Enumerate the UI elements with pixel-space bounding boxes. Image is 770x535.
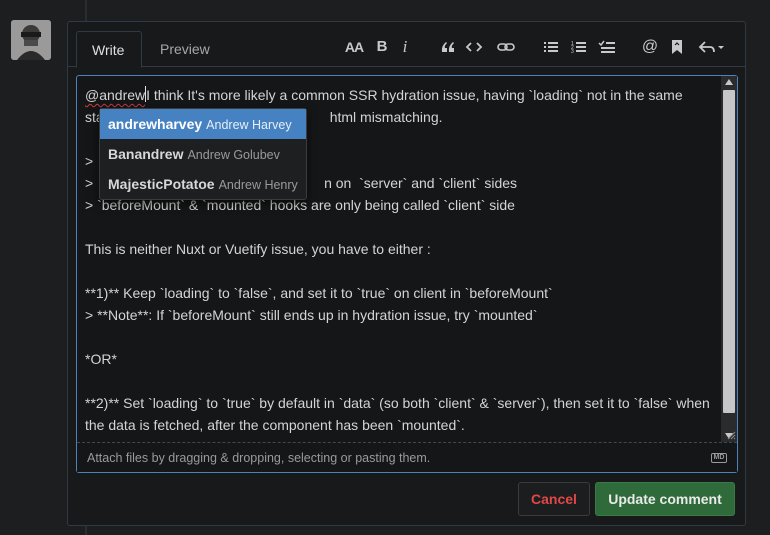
- text-line-15: **2)** Set `loading` to `true` by defaul…: [85, 395, 710, 411]
- mention-option[interactable]: MajesticPotatoe Andrew Henry: [100, 169, 306, 199]
- comment-form: Write Preview AA B i 1 2 3 @ @andrewI th…: [67, 21, 746, 526]
- cancel-button[interactable]: Cancel: [518, 482, 590, 516]
- mention-login: andrewharvey: [108, 116, 203, 132]
- task-list-icon[interactable]: [598, 38, 616, 56]
- text-line-11: > **Note**: If `beforeMount` still ends …: [85, 307, 538, 323]
- tab-write[interactable]: Write: [76, 31, 142, 68]
- code-icon[interactable]: [465, 38, 483, 56]
- scroll-up-icon[interactable]: [725, 79, 733, 85]
- reply-icon[interactable]: [698, 38, 726, 56]
- bookmark-icon[interactable]: [670, 38, 684, 56]
- heading-icon[interactable]: AA: [344, 38, 364, 56]
- mention-suggestions: andrewharvey Andrew Harvey Banandrew Andre…: [99, 108, 307, 200]
- attach-hint: Attach files by dragging & dropping, sel…: [87, 451, 431, 465]
- text-line-5-start: >: [85, 175, 98, 191]
- quote-icon[interactable]: [440, 38, 456, 56]
- mention-icon[interactable]: @: [641, 38, 659, 56]
- editor-scrollbar[interactable]: [721, 76, 737, 442]
- file-attach-dropzone[interactable]: Attach files by dragging & dropping, sel…: [77, 442, 737, 472]
- unordered-list-icon[interactable]: [543, 38, 559, 56]
- link-icon[interactable]: [497, 38, 515, 56]
- bold-icon[interactable]: B: [373, 38, 391, 56]
- mention-fullname: Andrew Henry: [218, 178, 298, 192]
- text-line-5-end: n on `server` and `client` sides: [324, 175, 518, 191]
- markdown-icon[interactable]: MD: [711, 453, 727, 463]
- editor-tabbar: Write Preview AA B i 1 2 3 @: [68, 22, 745, 68]
- mention-option[interactable]: andrewharvey Andrew Harvey: [100, 109, 306, 139]
- svg-text:3: 3: [571, 49, 574, 55]
- mention-login: Banandrew: [108, 146, 184, 162]
- text-line-8: This is neither Nuxt or Vuetify issue, y…: [85, 241, 431, 257]
- avatar[interactable]: [11, 20, 51, 60]
- avatar-image: [11, 20, 51, 60]
- italic-icon[interactable]: i: [397, 38, 413, 56]
- update-comment-button[interactable]: Update comment: [595, 482, 735, 516]
- scroll-thumb[interactable]: [723, 90, 735, 413]
- text-line-2-end: html mismatching.: [329, 109, 443, 125]
- text-line-13: *OR*: [85, 351, 117, 367]
- mention-fullname: Andrew Golubev: [187, 148, 280, 162]
- text-line-1: I think It's more likely a common SSR hy…: [146, 87, 683, 103]
- ordered-list-icon[interactable]: 1 2 3: [571, 38, 587, 56]
- text-line-16: the data is fetched, after the component…: [85, 417, 465, 433]
- text-line-4: >: [85, 153, 98, 169]
- text-line-10: **1)** Keep `loading` to `false`, and se…: [85, 285, 553, 301]
- mention-fullname: Andrew Harvey: [206, 118, 292, 132]
- mention-text: @andrew: [85, 87, 146, 103]
- tab-preview[interactable]: Preview: [145, 31, 225, 68]
- mention-option[interactable]: Banandrew Andrew Golubev: [100, 139, 306, 169]
- mention-login: MajesticPotatoe: [108, 176, 215, 192]
- resize-grip-icon[interactable]: [726, 430, 736, 440]
